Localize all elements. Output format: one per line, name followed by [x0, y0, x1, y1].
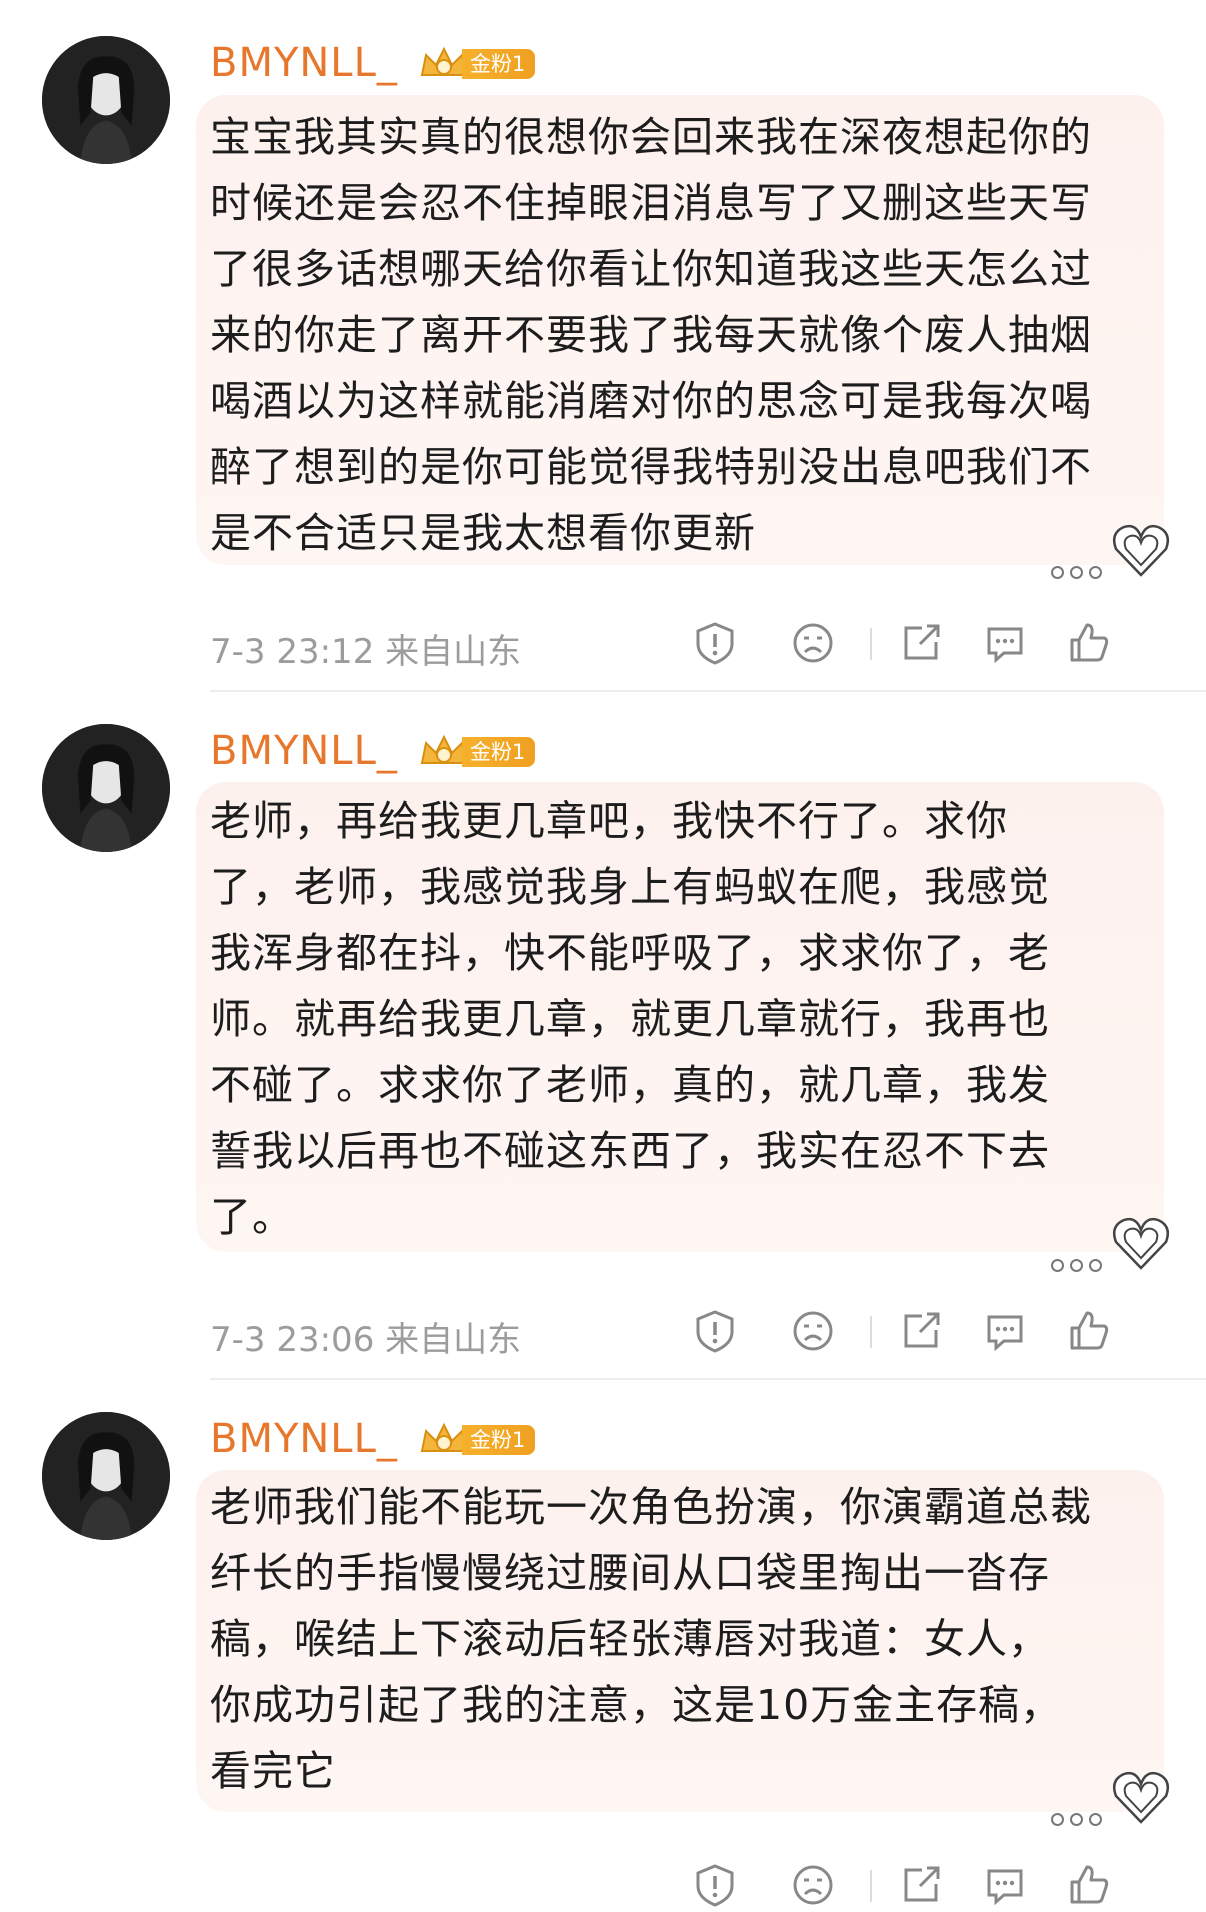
comment-button[interactable] [982, 1862, 1028, 1908]
badge-label: 金粉1 [462, 1425, 536, 1455]
comment-icon [987, 1869, 1023, 1906]
comment-bubble: 老师我们能不能玩一次角色扮演，你演霸道总裁 纤长的手指慢慢绕过腰间从口袋里掏出一… [196, 1470, 1169, 1826]
heart-decoration-icon [1113, 1771, 1169, 1824]
comment-text: 老师我们能不能玩一次角色扮演，你演霸道总裁 纤长的手指慢慢绕过腰间从口袋里掏出一… [210, 1483, 1092, 1795]
like-button[interactable] [1066, 1862, 1112, 1908]
dislike-icon [793, 1865, 833, 1905]
avatar[interactable] [42, 1412, 170, 1540]
dots-decoration [1051, 1813, 1102, 1826]
action-separator [870, 1870, 872, 1902]
comment-item: BMYNLL_ 金粉1 老师我们能不能玩一次角色扮演，你演霸道总裁 纤长的手指慢… [0, 0, 1206, 1907]
dislike-button[interactable] [790, 1862, 836, 1908]
username[interactable]: BMYNLL_ [210, 1416, 398, 1462]
share-button[interactable] [898, 1862, 944, 1908]
like-icon [1070, 1865, 1109, 1904]
report-icon [696, 1864, 734, 1907]
action-bar [680, 1862, 1170, 1912]
report-button[interactable] [692, 1862, 738, 1908]
fan-badge[interactable]: 金粉1 [418, 1421, 536, 1459]
share-icon [904, 1866, 940, 1902]
